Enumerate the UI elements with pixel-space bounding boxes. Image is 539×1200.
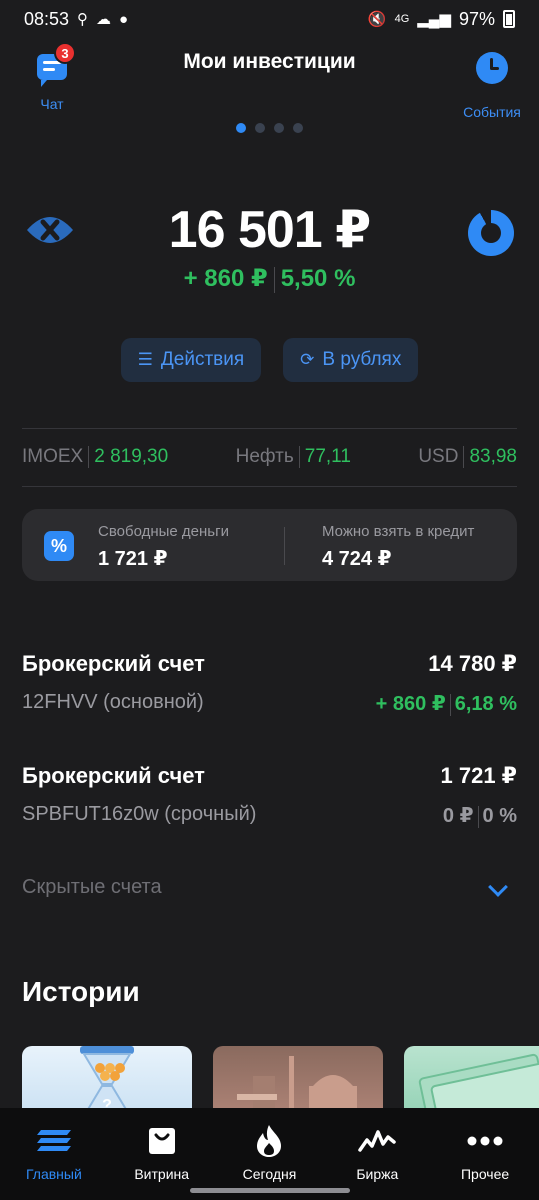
card-divider — [284, 527, 285, 565]
story-card[interactable] — [213, 1046, 383, 1110]
stories-title: Истории — [22, 976, 140, 1007]
chevron-down-icon — [488, 877, 508, 897]
portfolio-structure-icon[interactable] — [468, 210, 514, 256]
percent-icon: % — [44, 531, 74, 561]
currency-label: В рублях — [322, 349, 402, 370]
portfolio-change: + 860 ₽ 5,50 % — [0, 264, 539, 293]
page-dot[interactable] — [236, 123, 246, 133]
bottom-tab-bar: Главный Витрина Сегодня Биржа Прочее — [0, 1108, 539, 1200]
ticker-oil[interactable]: Нефть 77,11 — [236, 446, 351, 468]
hidden-accounts-label: Скрытые счета — [22, 876, 162, 898]
portfolio-change-pct: 5,50 % — [280, 265, 356, 292]
network-type: 4G — [394, 13, 410, 25]
page-dot[interactable] — [274, 123, 284, 133]
cloud-icon: ☁ — [96, 11, 112, 28]
tab-label: Главный — [25, 1166, 82, 1182]
tab-exchange[interactable]: Биржа — [323, 1108, 431, 1200]
tab-label: Сегодня — [242, 1166, 297, 1182]
system-home-indicator[interactable] — [190, 1188, 350, 1193]
more-dots-icon — [467, 1136, 503, 1146]
chat-label: Чат — [40, 96, 64, 112]
action-buttons: ☰ Действия ⟳ В рублях — [0, 338, 539, 382]
events-button[interactable]: События — [461, 50, 523, 120]
ticker-usd[interactable]: USD 83,98 — [418, 446, 517, 468]
account-id: SPBFUT16z0w (срочный) — [22, 803, 257, 825]
app-header: Чат 3 Мои инвестиции События — [0, 40, 539, 120]
page-dot[interactable] — [255, 123, 265, 133]
tab-label: Витрина — [134, 1166, 190, 1182]
stories-carousel: ? — [22, 1046, 539, 1110]
hourglass-image: ? — [80, 1046, 134, 1110]
portfolio-change-abs: + 860 ₽ — [183, 265, 268, 292]
free-money: Свободные деньги 1 721 ₽ — [98, 523, 229, 570]
story-card[interactable] — [404, 1046, 539, 1110]
mute-icon: 🔇 — [367, 11, 387, 28]
market-chart-icon — [358, 1130, 397, 1152]
page-indicator — [0, 123, 539, 133]
search-icon: ⚲ — [77, 11, 89, 28]
divider — [22, 428, 517, 429]
story-card[interactable]: ? — [22, 1046, 192, 1110]
currency-toggle-button[interactable]: ⟳ В рублях — [283, 338, 419, 382]
actions-button[interactable]: ☰ Действия — [120, 338, 262, 382]
account-amount: 1 721 ₽ — [440, 763, 517, 788]
account-row[interactable]: Брокерский счет 1 721 ₽ SPBFUT16z0w (сро… — [22, 763, 517, 833]
status-time: 08:53 — [24, 8, 70, 29]
credit-available: Можно взять в кредит 4 724 ₽ — [322, 523, 475, 570]
signal-icon: ▂▄▆ — [417, 11, 451, 28]
tab-home[interactable]: Главный — [0, 1108, 108, 1200]
account-change: 0 ₽0 % — [442, 805, 517, 828]
events-label: События — [463, 104, 521, 120]
page-dot[interactable] — [293, 123, 303, 133]
tab-label: Биржа — [356, 1166, 399, 1182]
mosque-image — [237, 1056, 357, 1110]
ticker-imoex[interactable]: IMOEX 2 819,30 — [22, 446, 168, 468]
status-bar: 08:53 ⚲ ☁ ● 🔇 4G ▂▄▆ 97% — [0, 0, 539, 38]
account-id: 12FHVV (основной) — [22, 691, 204, 713]
refresh-icon: ⟳ — [300, 350, 315, 369]
battery-percent: 97% — [458, 8, 495, 29]
shopping-bag-icon — [148, 1128, 175, 1154]
tab-today[interactable]: Сегодня — [216, 1108, 324, 1200]
tab-label: Прочее — [460, 1166, 510, 1182]
account-amount: 14 780 ₽ — [428, 651, 517, 676]
list-icon: ☰ — [137, 350, 153, 369]
clock-icon — [476, 52, 508, 84]
page-title: Мои инвестиции — [183, 50, 356, 73]
cash-card[interactable]: % Свободные деньги 1 721 ₽ Можно взять в… — [22, 509, 517, 581]
account-change: + 860 ₽6,18 % — [375, 693, 517, 716]
actions-label: Действия — [160, 349, 245, 370]
account-row[interactable]: Брокерский счет 14 780 ₽ 12FHVV (основно… — [22, 651, 517, 721]
banknotes-image — [418, 1053, 539, 1110]
portfolio-total: 16 501 ₽ — [168, 201, 372, 259]
flame-icon — [257, 1125, 282, 1157]
tab-showcase[interactable]: Витрина — [108, 1108, 216, 1200]
portfolio-balance: 16 501 ₽ + 860 ₽ 5,50 % — [0, 196, 539, 306]
account-name: Брокерский счет — [22, 763, 205, 788]
hidden-accounts-toggle[interactable]: Скрытые счета — [22, 876, 517, 906]
tab-more[interactable]: Прочее — [431, 1108, 539, 1200]
market-tickers: IMOEX 2 819,30 Нефть 77,11 USD 83,98 — [22, 446, 517, 468]
notification-icon: ● — [119, 10, 129, 28]
home-stripes-icon — [36, 1130, 71, 1151]
account-name: Брокерский счет — [22, 651, 205, 676]
battery-icon — [503, 10, 515, 28]
divider — [22, 486, 517, 487]
